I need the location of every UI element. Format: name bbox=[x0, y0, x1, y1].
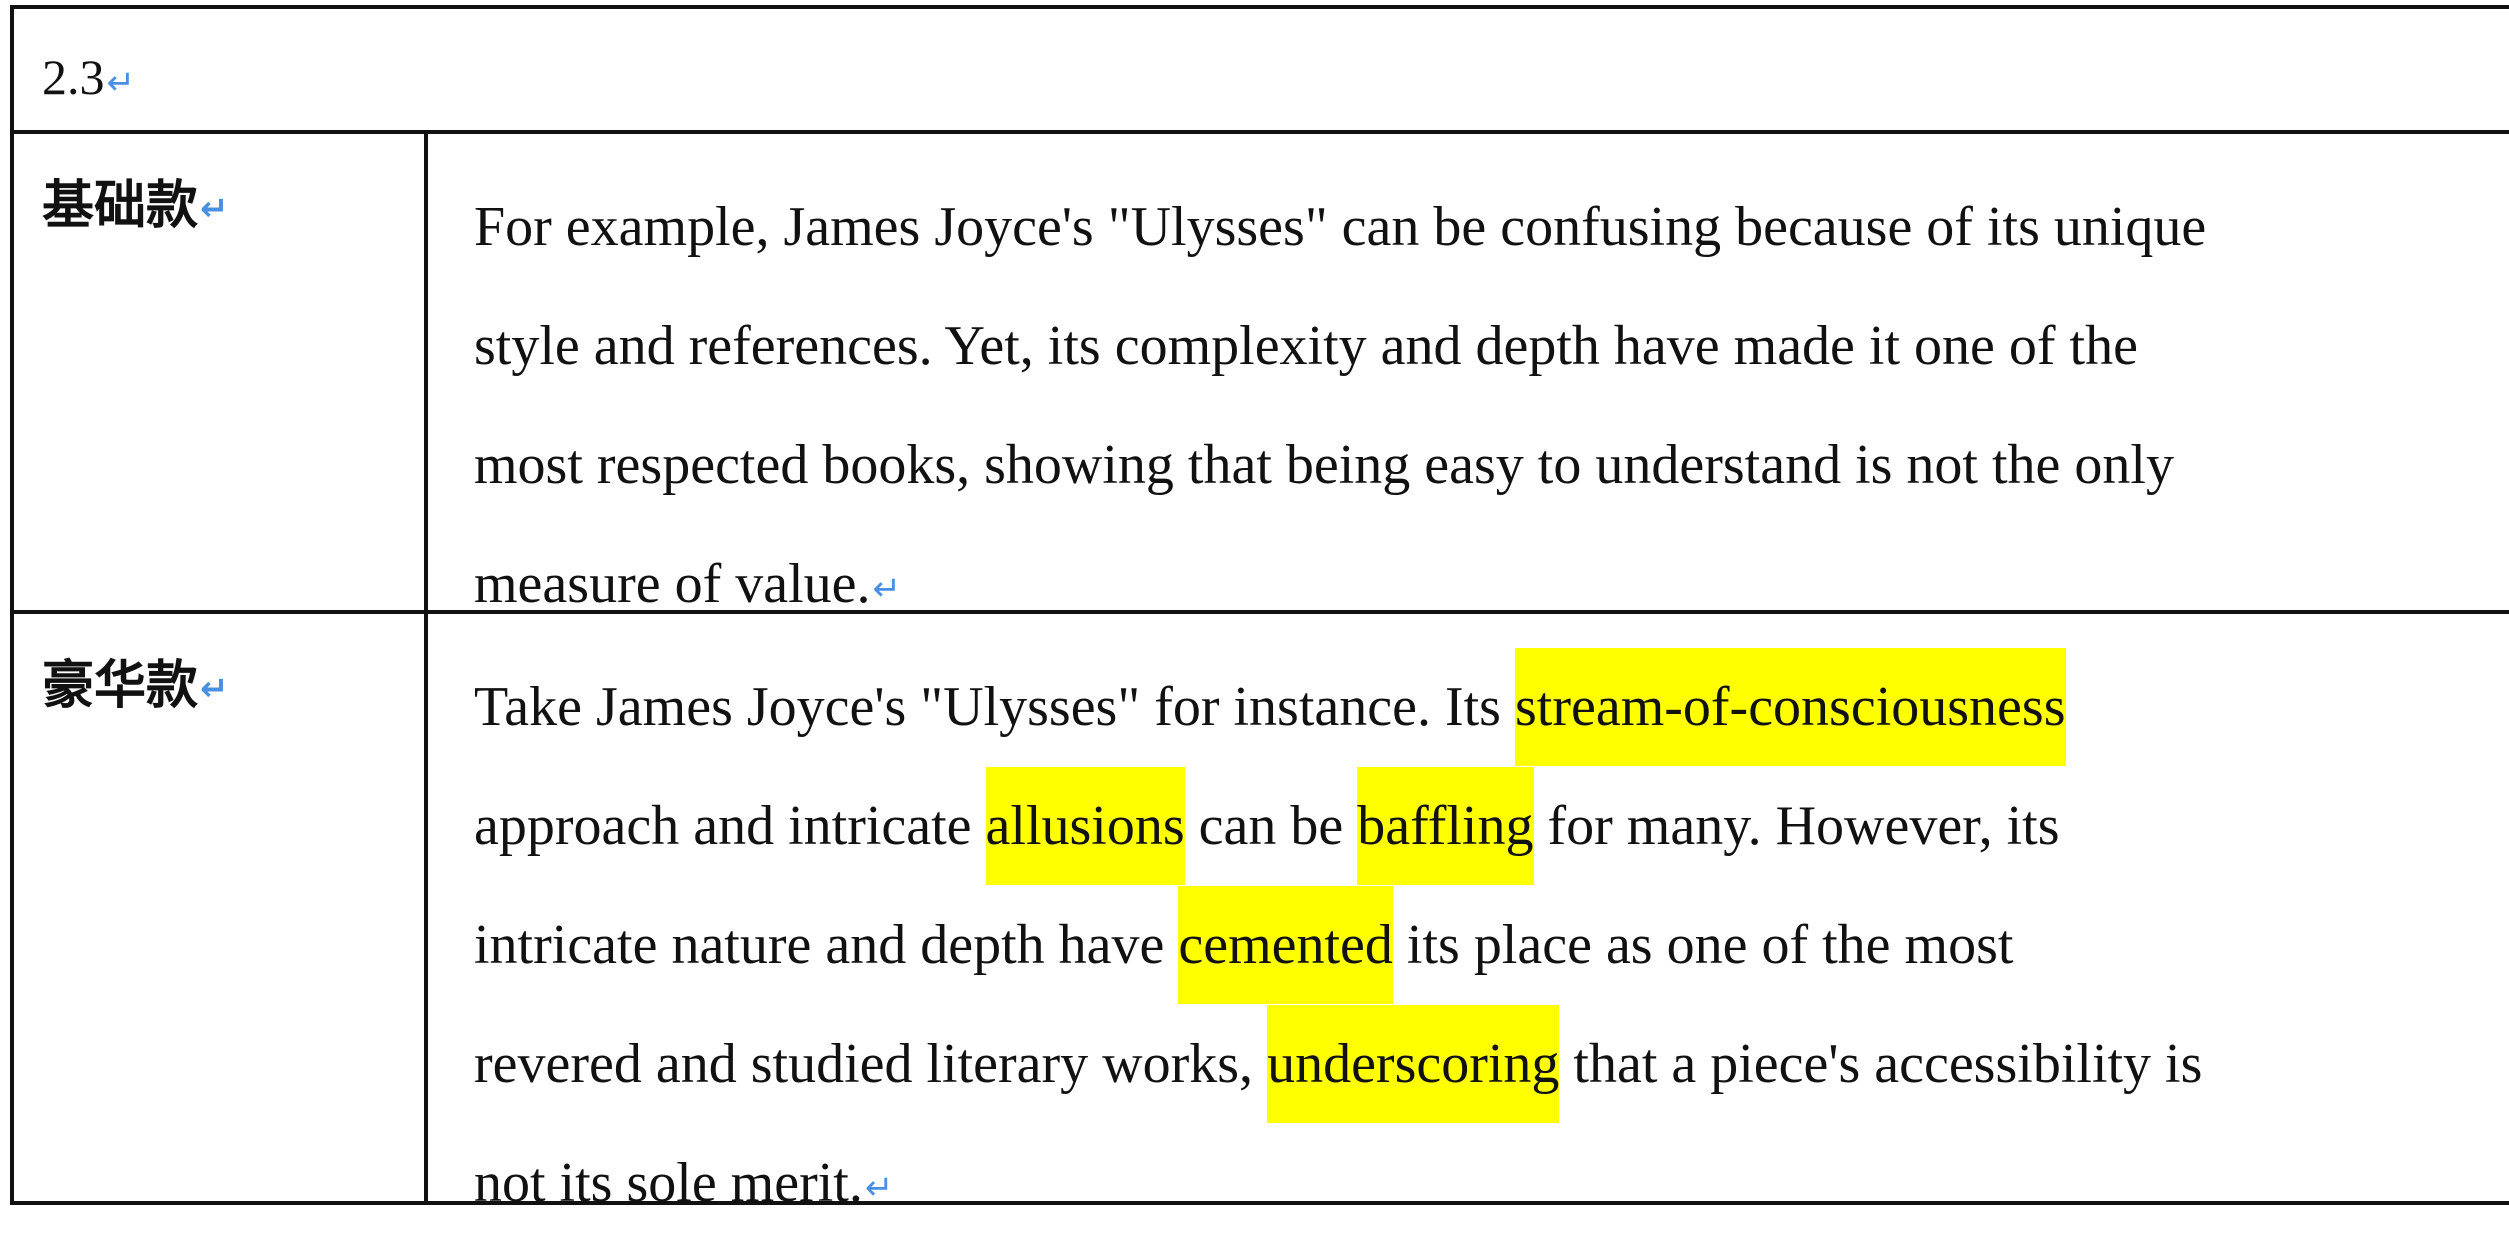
basic-paragraph: For example, James Joyce's "Ulysses" can… bbox=[474, 168, 2494, 644]
deluxe-paragraph: Take James Joyce's "Ulysses" for instanc… bbox=[474, 648, 2494, 1243]
label-cell-basic: 基础款↵ bbox=[14, 134, 428, 610]
highlighted-word: stream-of-consciousness bbox=[1514, 648, 2066, 766]
label-cell-deluxe: 豪华款↵ bbox=[14, 614, 428, 1201]
paragraph-mark-icon: ↵ bbox=[106, 62, 136, 103]
content-cell-deluxe: Take James Joyce's "Ulysses" for instanc… bbox=[428, 614, 2509, 1214]
paragraph-mark-icon: ↵ bbox=[200, 669, 229, 709]
text-line: revered and studied literary works, unde… bbox=[474, 1005, 2494, 1124]
table-header-row: 2.3↵ bbox=[14, 9, 2509, 134]
highlighted-word: baffling bbox=[1357, 767, 1534, 885]
text-line: style and references. Yet, its complexit… bbox=[474, 315, 2138, 377]
comparison-table: 2.3↵ 基础款↵ For example, James Joyce's "Ul… bbox=[10, 5, 2509, 1214]
text-line: intricate nature and depth have cemented… bbox=[474, 886, 2494, 1005]
section-number: 2.3↵ bbox=[42, 49, 136, 105]
text-line: not its sole merit.↵ bbox=[474, 1152, 894, 1214]
paragraph-mark-icon: ↵ bbox=[200, 189, 229, 229]
content-cell-basic: For example, James Joyce's "Ulysses" can… bbox=[428, 134, 2509, 615]
paragraph-mark-icon: ↵ bbox=[864, 1167, 894, 1208]
row-label-deluxe: 豪华款↵ bbox=[42, 656, 229, 716]
text-line: Take James Joyce's "Ulysses" for instanc… bbox=[474, 648, 2494, 767]
highlighted-word: cemented bbox=[1178, 886, 1393, 1004]
table-row-basic: 基础款↵ For example, James Joyce's "Ulysses… bbox=[14, 134, 2509, 615]
row-label-basic: 基础款↵ bbox=[42, 176, 229, 236]
text-line: For example, James Joyce's "Ulysses" can… bbox=[474, 196, 2207, 258]
table-row-deluxe: 豪华款↵ Take James Joyce's "Ulysses" for in… bbox=[14, 614, 2509, 1214]
text-line: approach and intricate allusions can be … bbox=[474, 767, 2494, 886]
text-line: most respected books, showing that being… bbox=[474, 434, 2174, 496]
highlighted-word: underscoring bbox=[1267, 1005, 1560, 1123]
highlighted-word: allusions bbox=[985, 767, 1185, 885]
paragraph-mark-icon: ↵ bbox=[872, 568, 901, 609]
